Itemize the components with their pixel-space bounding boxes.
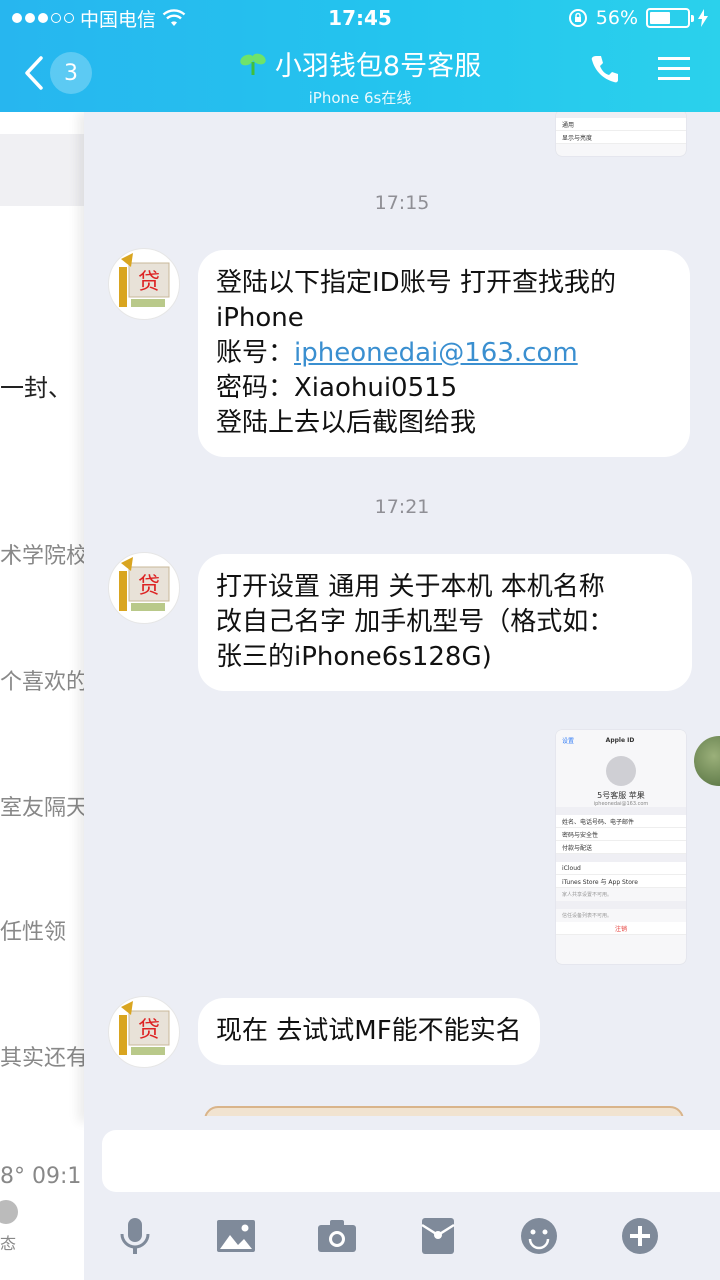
emoji-icon[interactable] xyxy=(516,1213,562,1259)
toolbar xyxy=(84,1206,720,1266)
status-bar: 中国电信 17:45 56% xyxy=(0,0,720,36)
carrier-label: 中国电信 xyxy=(80,8,157,31)
background-conversation-list: 一封、 术学院校 个喜欢的 室友隔天 任性领 其实还有 8° 09:1 态 xyxy=(0,112,84,1280)
message-line: 打开设置 通用 关于本机 本机名称 xyxy=(216,572,605,602)
message-bubble[interactable]: 现在 去试试MF能不能实名 xyxy=(198,998,540,1065)
battery-percent: 56% xyxy=(595,7,638,29)
message-line: 张三的iPhone6s128G) xyxy=(216,642,492,672)
online-status: iPhone 6s在线 xyxy=(308,89,412,107)
svg-text:贷: 贷 xyxy=(138,1018,160,1043)
svg-text:贷: 贷 xyxy=(138,574,160,599)
message-bubble[interactable]: 登陆以下指定ID账号 打开查找我的 iPhone 账号：ipheonedai@1… xyxy=(198,250,690,457)
avatar[interactable]: 贷 xyxy=(108,552,180,624)
shot-row: iCloud xyxy=(556,862,686,875)
top-bar: 中国电信 17:45 56% 3 小羽钱包8号客服 iPhone 6s在线 xyxy=(0,0,720,112)
shot-row: 通用 xyxy=(556,118,686,131)
avatar[interactable]: 贷 xyxy=(108,996,180,1068)
shot-note: 信任设备列表不可用。 xyxy=(562,913,613,919)
chat-message-list[interactable]: 通用 显示与亮度 17:15 贷 登陆以下指定ID账号 打开查找我的 iPhon… xyxy=(84,112,720,1122)
loan-logo-icon: 贷 xyxy=(119,1001,170,1055)
shot-title: Apple ID xyxy=(605,736,635,744)
email-link[interactable]: ipheonedai@163.com xyxy=(294,338,578,368)
background-snippet: 态 xyxy=(0,1234,17,1253)
image-icon[interactable] xyxy=(213,1213,259,1259)
shot-row: 姓名、电话号码、电子邮件 xyxy=(556,815,686,828)
loan-logo-icon: 贷 xyxy=(119,557,170,611)
signal-icon xyxy=(12,13,74,23)
red-packet-icon[interactable] xyxy=(415,1213,461,1259)
message-line: 现在 去试试MF能不能实名 xyxy=(216,1016,522,1046)
shot-name: 5号客服 苹果 xyxy=(597,791,645,800)
chat-title-text: 小羽钱包8号客服 xyxy=(274,51,482,82)
wifi-icon xyxy=(162,9,186,26)
charging-icon xyxy=(698,9,708,27)
shot-row: iTunes Store 与 App Store xyxy=(556,875,686,888)
shot-row: 密码与安全性 xyxy=(556,828,686,841)
avatar[interactable]: 贷 xyxy=(108,248,180,320)
message-line: 改自己名字 加手机型号（格式如： xyxy=(216,607,615,637)
plus-icon[interactable] xyxy=(617,1213,663,1259)
image-message[interactable]: 设置 Apple ID 5号客服 苹果 ipheonedai@163.com 姓… xyxy=(556,730,686,964)
message-bubble[interactable]: 打开设置 通用 关于本机 本机名称 改自己名字 加手机型号（格式如： 张三的iP… xyxy=(198,554,692,691)
planet-icon xyxy=(0,1200,18,1224)
background-snippet: 一封、 xyxy=(0,374,72,402)
message-input[interactable] xyxy=(102,1130,720,1192)
image-message[interactable]: 通用 显示与亮度 xyxy=(556,112,686,156)
phone-call-icon[interactable] xyxy=(590,54,620,84)
background-snippet: 术学院校 xyxy=(0,544,84,569)
shot-row: 付款与配送 xyxy=(556,841,686,854)
chat-title: 小羽钱包8号客服 xyxy=(239,44,481,83)
shot-back: 设置 xyxy=(562,737,575,745)
camera-icon[interactable] xyxy=(314,1213,360,1259)
account-label: 账号： xyxy=(216,338,295,368)
microphone-icon[interactable] xyxy=(112,1213,158,1259)
svg-text:贷: 贷 xyxy=(138,270,160,295)
my-avatar[interactable] xyxy=(694,736,720,786)
password-line: 密码：Xiaohui0515 xyxy=(216,373,458,403)
message-timestamp: 17:15 xyxy=(374,192,430,214)
shot-row: 显示与亮度 xyxy=(556,131,686,144)
sprout-icon xyxy=(240,53,266,75)
shot-signout: 注销 xyxy=(556,922,686,935)
input-area xyxy=(84,1116,720,1280)
nav-bar: 3 小羽钱包8号客服 iPhone 6s在线 xyxy=(0,36,720,112)
rotation-lock-icon xyxy=(568,9,587,27)
menu-icon[interactable] xyxy=(658,55,690,83)
background-snippet: 其实还有 xyxy=(0,1046,84,1071)
message-line: 登陆上去以后截图给我 xyxy=(216,408,477,438)
background-snippet: 8° 09:1 xyxy=(0,1164,82,1189)
battery-icon xyxy=(646,8,694,28)
loan-logo-icon: 贷 xyxy=(119,253,170,307)
message-line: 登陆以下指定ID账号 打开查找我的 xyxy=(216,268,616,298)
message-line: iPhone xyxy=(216,303,304,333)
message-timestamp: 17:21 xyxy=(374,496,430,518)
background-snippet: 室友隔天 xyxy=(0,796,84,821)
background-snippet: 个喜欢的 xyxy=(0,670,84,695)
shot-note: 家人共享设置不可用。 xyxy=(562,892,613,898)
background-snippet: 任性领 xyxy=(0,920,67,945)
